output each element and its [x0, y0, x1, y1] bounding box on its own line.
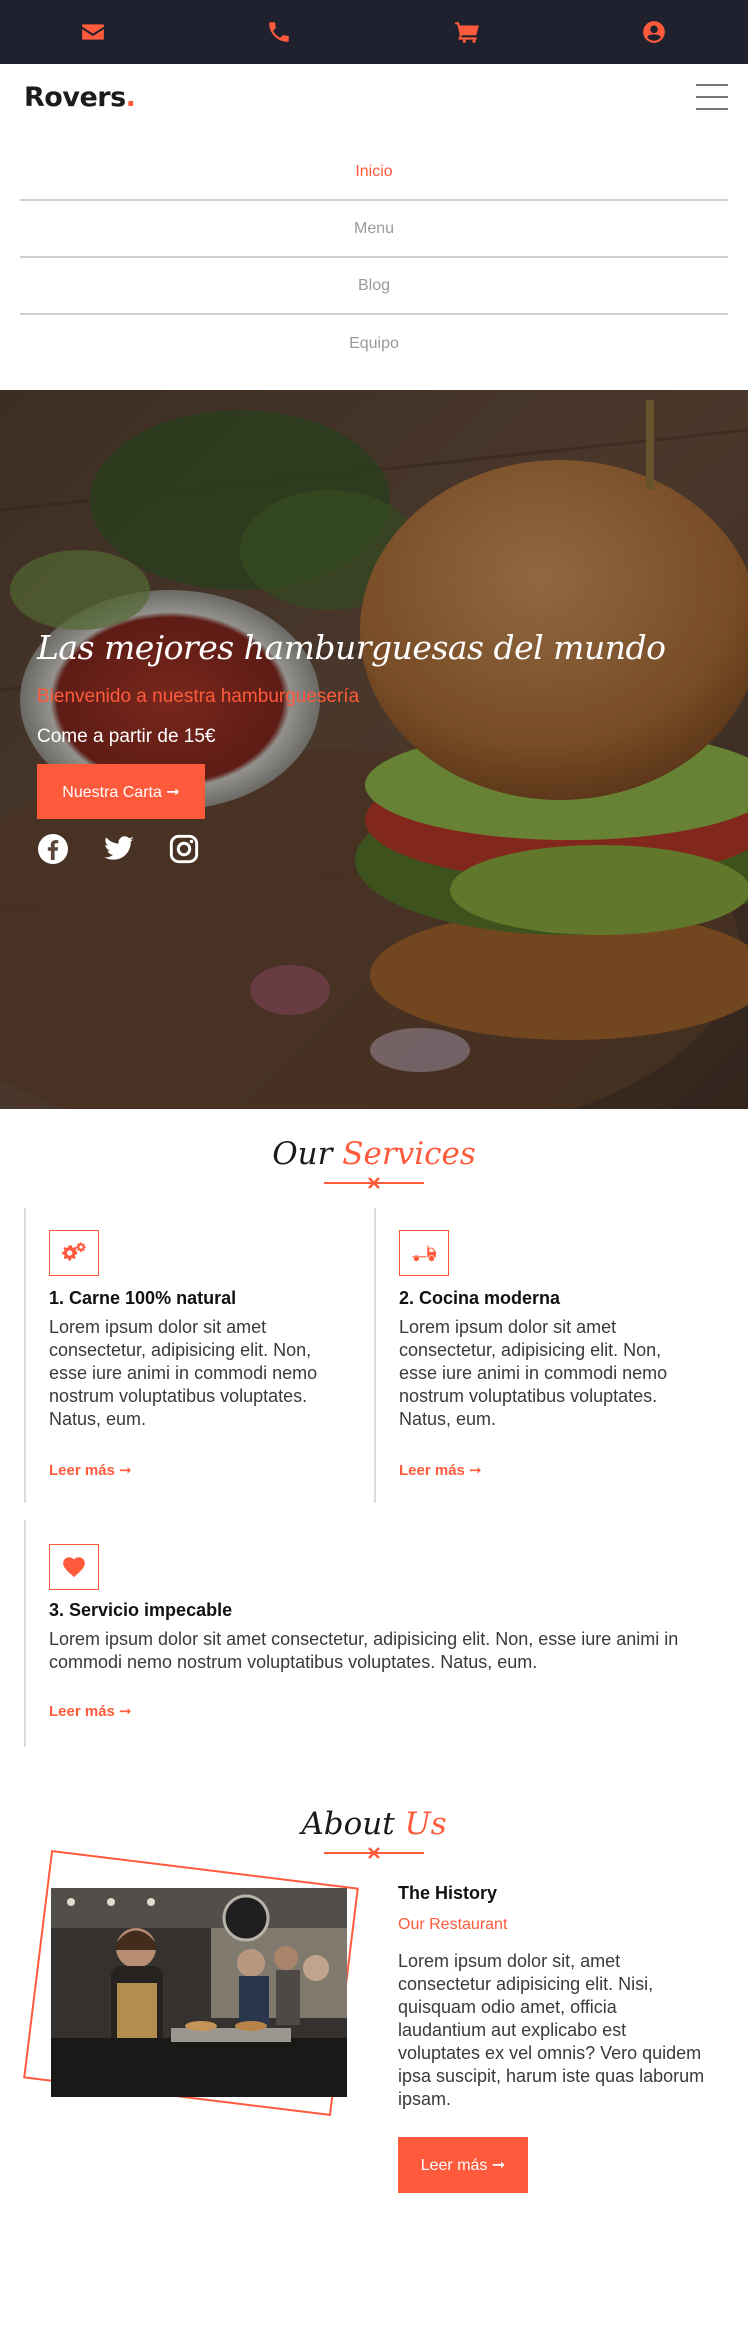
nav-item-menu[interactable]: Menu	[20, 201, 728, 258]
services-heading: Our Services	[0, 1136, 748, 1172]
service-text-3: Lorem ipsum dolor sit amet consectetur, …	[49, 1629, 679, 1672]
top-contact-bar	[0, 0, 748, 64]
brand-dot: .	[125, 82, 136, 113]
nav-item-blog[interactable]: Blog	[20, 258, 728, 315]
service-title-1: 1. Carne 100% natural	[49, 1288, 237, 1308]
services-title-accent: Services	[342, 1136, 476, 1172]
service-link-1[interactable]: Leer más ➞	[49, 1461, 132, 1479]
service-link-3[interactable]: Leer más ➞	[49, 1702, 132, 1720]
service-card-1: 1. Carne 100% natural Lorem ipsum dolor …	[24, 1208, 374, 1503]
twitter-icon[interactable]	[103, 833, 135, 865]
about-divider	[324, 1847, 424, 1859]
nav-item-inicio[interactable]: Inicio	[20, 144, 728, 201]
nav-item-equipo[interactable]: Equipo	[20, 315, 728, 372]
cart-icon[interactable]	[452, 17, 482, 47]
about-title-accent: Us	[404, 1806, 447, 1842]
about-leer-mas-button[interactable]: Leer más ➞	[398, 2137, 528, 2193]
brand-name: Rovers	[24, 82, 126, 113]
about-text: Lorem ipsum dolor sit, amet consectetur …	[398, 1951, 705, 2109]
hero-section: Las mejores hamburguesas del mundo Bienv…	[0, 390, 748, 1109]
service-card-3: 3. Servicio impecable Lorem ipsum dolor …	[24, 1520, 724, 1747]
service-link-2[interactable]: Leer más ➞	[399, 1461, 482, 1479]
envelope-icon[interactable]	[78, 17, 108, 47]
nuestra-carta-button[interactable]: Nuestra Carta ➞	[37, 764, 205, 819]
service-text-1: Lorem ipsum dolor sit amet consectetur, …	[49, 1317, 318, 1429]
user-circle-icon[interactable]	[639, 17, 669, 47]
service-card-2: 2. Cocina moderna Lorem ipsum dolor sit …	[374, 1208, 724, 1503]
service-title-2: 2. Cocina moderna	[399, 1288, 561, 1308]
service-text-2: Lorem ipsum dolor sit amet consectetur, …	[399, 1317, 668, 1429]
brand-logo[interactable]: Rovers.	[24, 82, 136, 113]
hero-title: Las mejores hamburguesas del mundo	[37, 628, 666, 667]
instagram-icon[interactable]	[168, 833, 200, 865]
services-divider	[324, 1177, 424, 1189]
hero-subtitle: Bienvenido a nuestra hamburguesería	[37, 686, 360, 707]
about-title-plain: About	[301, 1806, 395, 1842]
about-heading-history: The History	[398, 1883, 498, 1903]
gears-icon	[49, 1230, 99, 1276]
about-heading: About Us	[0, 1806, 748, 1842]
services-title-plain: Our	[272, 1136, 333, 1172]
phone-icon[interactable]	[264, 17, 294, 47]
hamburger-menu-icon[interactable]	[696, 82, 728, 112]
main-nav: Inicio Menu Blog Equipo	[20, 144, 728, 372]
facebook-icon[interactable]	[37, 833, 69, 865]
service-title-3: 3. Servicio impecable	[49, 1600, 233, 1620]
truck-icon	[399, 1230, 449, 1276]
heart-icon	[49, 1544, 99, 1590]
restaurant-chef-photo	[51, 1888, 347, 2097]
hero-burger-image	[0, 390, 748, 1109]
hero-price-text: Come a partir de 15€	[37, 726, 216, 747]
about-subheading: Our Restaurant	[398, 1916, 508, 1933]
